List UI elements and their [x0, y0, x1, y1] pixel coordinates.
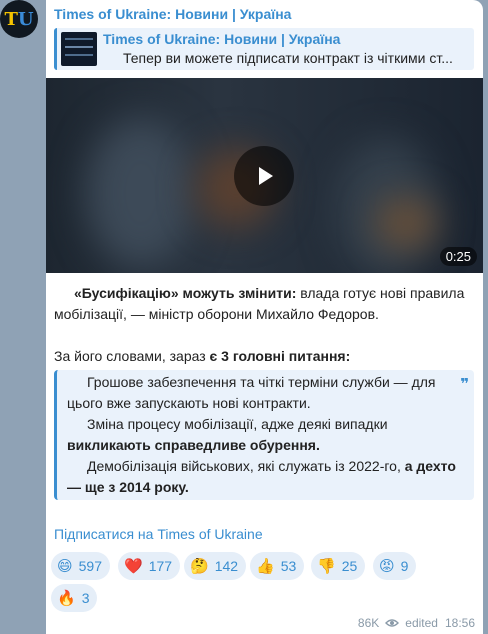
fire-emoji-icon: 🔥	[57, 589, 76, 607]
channel-name[interactable]: Times of Ukraine: Новини | Україна	[54, 6, 291, 22]
view-count: 86K	[357, 616, 380, 630]
reaction-count: 597	[78, 558, 102, 574]
video-duration: 0:25	[439, 247, 477, 266]
reaction-thinking[interactable]: 🤔 142	[184, 552, 247, 580]
reaction-count: 9	[400, 558, 409, 574]
quote-3-text: Демобілізація військових, які служать із…	[87, 458, 405, 474]
play-icon	[259, 167, 273, 185]
message-time: 18:56	[444, 616, 475, 630]
quote-icon: ❞	[460, 376, 469, 393]
forwarded-preview[interactable]: Times of Ukraine: Новини | Україна Тепер…	[54, 28, 474, 70]
video-player[interactable]: 0:25	[46, 78, 483, 273]
channel-avatar[interactable]: TU	[0, 0, 38, 38]
p1-bold: «Бусифікацію» можуть змінити:	[74, 285, 297, 301]
laugh-emoji-icon: 😄	[57, 557, 73, 575]
quote-item-3: Демобілізація військових, які служать із…	[67, 456, 456, 498]
reaction-count: 142	[214, 558, 239, 574]
reaction-angry[interactable]: 😡 9	[373, 552, 417, 580]
p2-text: За його словами, зараз	[54, 348, 210, 364]
avatar-letter-t: T	[4, 8, 18, 30]
reaction-thumbs-down[interactable]: 👎 25	[311, 552, 366, 580]
reaction-fire[interactable]: 🔥 3	[51, 584, 98, 612]
reaction-laugh[interactable]: 😄 597	[51, 552, 110, 580]
reaction-count: 177	[148, 558, 173, 574]
subscribe-link[interactable]: Підписатися на Times of Ukraine	[54, 526, 263, 542]
edited-label: edited	[405, 616, 438, 630]
thumbs-down-emoji-icon: 👎	[317, 557, 336, 575]
forward-thumbnail	[61, 32, 97, 66]
reaction-count: 25	[341, 558, 358, 574]
reaction-count: 53	[280, 558, 297, 574]
reaction-thumbs-up[interactable]: 👍 53	[250, 552, 305, 580]
thumbs-up-emoji-icon: 👍	[256, 557, 275, 575]
quote-item-2: Зміна процесу мобілізації, адже деякі ви…	[67, 414, 456, 456]
reaction-count: 3	[81, 590, 90, 606]
forward-title: Times of Ukraine: Новини | Україна	[103, 31, 341, 47]
play-button[interactable]	[234, 146, 294, 206]
thinking-emoji-icon: 🤔	[190, 557, 209, 575]
message-meta: 86K edited 18:56	[358, 616, 475, 630]
quote-item-1: Грошове забезпечення та чіткі терміни сл…	[67, 372, 456, 414]
message-paragraph-1: «Бусифікацію» можуть змінити: влада готу…	[54, 283, 474, 325]
p2-bold: є 3 головні питання:	[209, 348, 351, 364]
avatar-letter-u: U	[17, 8, 34, 30]
blockquote: ❞ Грошове забезпечення та чіткі терміни …	[54, 370, 474, 500]
angry-emoji-icon: 😡	[379, 557, 395, 575]
forward-preview-text: Тепер ви можете підписати контракт із чі…	[123, 50, 453, 66]
quote-2-text: Зміна процесу мобілізації, адже деякі ви…	[87, 416, 388, 432]
heart-emoji-icon: ❤️	[124, 557, 143, 575]
quote-1-text: Грошове забезпечення та чіткі терміни сл…	[67, 374, 436, 411]
eye-icon	[385, 619, 400, 627]
message-paragraph-2: За його словами, зараз є 3 головні питан…	[54, 346, 474, 367]
quote-2-bold: викликають справедливе обурення.	[67, 437, 320, 453]
message-bubble: Times of Ukraine: Новини | Україна Times…	[46, 0, 483, 634]
reaction-heart[interactable]: ❤️ 177	[118, 552, 181, 580]
